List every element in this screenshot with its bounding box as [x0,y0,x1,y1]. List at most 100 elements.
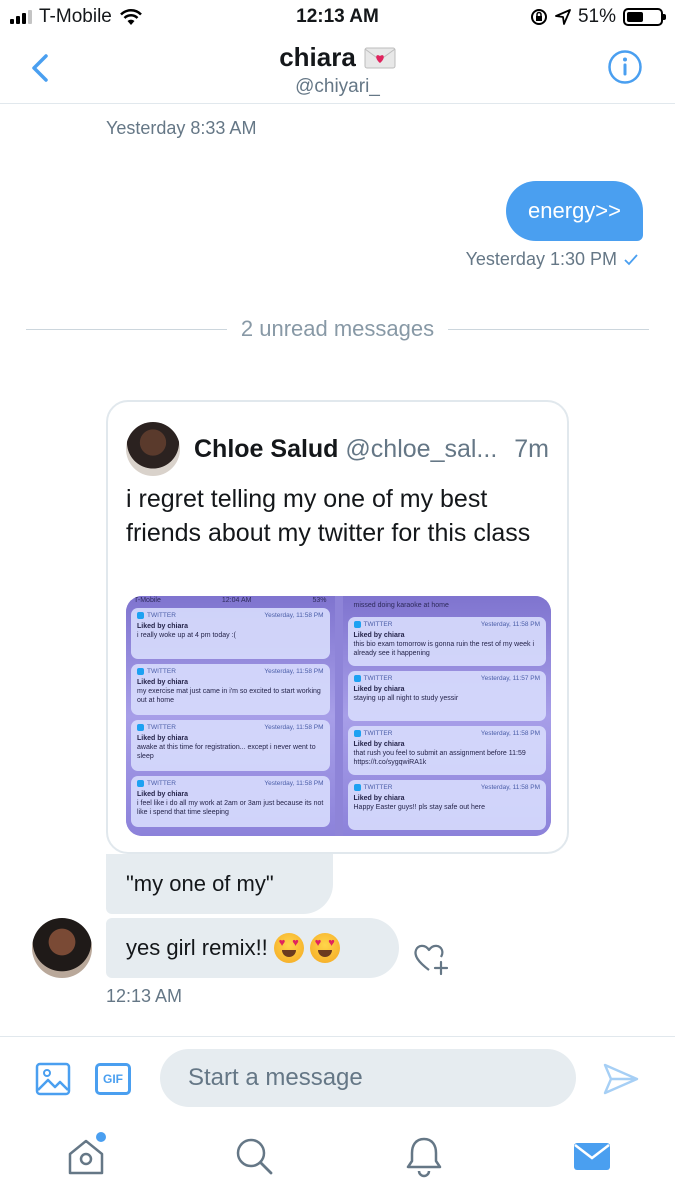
tab-search[interactable] [232,1134,276,1178]
header-handle: @chiyari_ [295,76,380,97]
conversation-header: chiara @chiyari_ [0,34,675,104]
react-heart-button[interactable] [411,940,451,976]
header-title-block[interactable]: chiara @chiyari_ [0,42,675,98]
header-name-row: chiara [279,42,396,73]
unread-divider: 2 unread messages [26,314,650,344]
notification-liked: Liked by chiara [353,631,405,639]
tweet-author-name: Chloe Salud [194,435,339,463]
heart-plus-icon [414,944,449,976]
notification-liked: Liked by chiara [353,740,405,748]
message-input[interactable] [160,1049,576,1107]
notification-time: Yesterday, 11:58 PM [480,784,540,792]
media-status-bar: T-Mobile 12:04 AM 53% [134,597,327,604]
tweet-author-handle: @chloe_sal... [345,435,498,463]
tweet-author-avatar[interactable] [126,422,180,476]
message-timestamp: Yesterday 8:33 AM [106,118,257,138]
heart-eyes-emoji-icon [273,933,304,963]
notification-app: TWITTER [354,674,393,683]
notification-time: Yesterday, 11:58 PM [480,729,540,737]
notification-body: Happy Easter guys!! pls stay safe out he… [353,804,486,812]
media-notification: TWITTER Yesterday, 11:58 PM Liked by chia… [131,664,330,715]
media-notification: TWITTER Yesterday, 11:58 PM Liked by chia… [347,616,546,667]
media-status-time: 12:04 AM [221,597,252,604]
notification-liked: Liked by chiara [353,686,405,694]
media-image-left[interactable]: T-Mobile 12:04 AM 53% TWITTER Yesterday, … [126,596,335,836]
info-icon [608,50,642,84]
tab-messages[interactable] [570,1134,614,1178]
gif-button[interactable]: GIF [95,1063,131,1095]
notification-liked: Liked by chiara [137,679,188,686]
battery-percent: 51% [577,6,616,27]
notification-time: Yesterday, 11:57 PM [480,675,540,683]
tab-home[interactable] [64,1132,108,1178]
notification-app: TWITTER [137,779,176,788]
message-timestamp: Yesterday 1:30 PM [465,249,617,269]
info-button[interactable] [607,49,643,85]
incoming-message[interactable]: "my one of my" [106,854,333,914]
love-letter-icon [364,47,396,68]
incoming-message[interactable]: yes girl remix!! [106,918,399,978]
location-icon [555,9,571,25]
tweet-age: 7m [514,435,549,463]
tweet-text: i regret telling my one of my best frien… [126,485,531,547]
media-notification: TWITTER Yesterday, 11:58 PM Liked by chia… [131,776,330,827]
tab-bar [0,1122,675,1200]
sent-check-icon [624,253,638,265]
message-timestamp: 12:13 AM [106,986,183,1006]
notification-app: TWITTER [354,729,393,738]
divider-line [26,328,227,330]
battery-icon [623,8,666,26]
outgoing-message[interactable]: energy>> [506,181,643,241]
divider-line [448,328,650,330]
unread-label: 2 unread messages [240,316,435,341]
media-top-text: missed doing karaoke at home [353,602,449,609]
media-notification: TWITTER Yesterday, 11:58 PM Liked by chia… [131,720,330,771]
notification-body: my exercise mat just came in i'm so exci… [137,688,321,704]
notification-time: Yesterday, 11:58 PM [264,724,324,731]
notification-app: TWITTER [137,723,176,732]
notification-liked: Liked by chiara [137,735,188,742]
tweet-media[interactable]: T-Mobile 12:04 AM 53% TWITTER Yesterday, … [126,596,551,836]
notification-body: staying up all night to study yessir [353,695,459,703]
shared-tweet-card[interactable]: Chloe Salud @chloe_sal... 7m i regret te… [106,400,569,854]
notification-app: TWITTER [354,783,393,792]
send-button[interactable] [602,1061,640,1097]
search-icon [236,1138,273,1175]
notification-liked: Liked by chiara [137,791,188,798]
tab-notifications[interactable] [402,1134,446,1178]
notification-app: TWITTER [137,611,176,620]
media-image-right[interactable]: missed doing karaoke at home TWITTER Yest… [342,596,551,836]
notification-time: Yesterday, 11:58 PM [264,612,324,619]
notification-liked: Liked by chiara [353,795,405,803]
media-status-carrier: T-Mobile [134,597,161,604]
notification-body: i really woke up at 4 pm today :( [137,632,236,639]
notification-body: this bio exam tomorrow is gonna ruin the… [353,640,535,657]
media-notification: TWITTER Yesterday, 11:57 PM Liked by chia… [347,671,546,721]
notification-body: i feel like i do all my work at 2am or 3… [137,800,324,816]
incoming-message-text: "my one of my" [126,871,274,896]
outgoing-timestamp-row: Yesterday 1:30 PM [466,249,639,270]
media-notification: TWITTER Yesterday, 11:58 PM Liked by chia… [347,725,546,776]
battery-fill [627,12,644,22]
notification-time: Yesterday, 11:58 PM [264,780,324,787]
notification-app: TWITTER [354,620,393,629]
bell-icon [406,1137,442,1178]
add-image-button[interactable] [35,1061,71,1097]
sender-avatar[interactable] [32,918,92,978]
notification-time: Yesterday, 11:58 PM [480,620,540,628]
image-icon [35,1062,71,1096]
header-name: chiara [279,42,356,72]
media-notification: TWITTER Yesterday, 11:58 PM Liked by chia… [131,608,330,659]
envelope-icon [574,1143,610,1170]
send-icon [603,1063,639,1095]
tweet-author-row: Chloe Salud @chloe_sal... 7m [194,435,551,464]
notification-body: that rush you feel to submit an assignme… [353,749,526,766]
status-right: 51% [530,6,666,28]
incoming-message-text: yes girl remix!! [126,935,268,960]
notification-time: Yesterday, 11:58 PM [264,668,324,675]
heart-eyes-emoji-icon [309,933,340,963]
notification-liked: Liked by chiara [137,623,188,630]
message-composer: GIF [0,1036,675,1122]
orientation-lock-icon [530,9,547,25]
media-notification: TWITTER Yesterday, 11:58 PM Liked by chia… [347,780,546,830]
